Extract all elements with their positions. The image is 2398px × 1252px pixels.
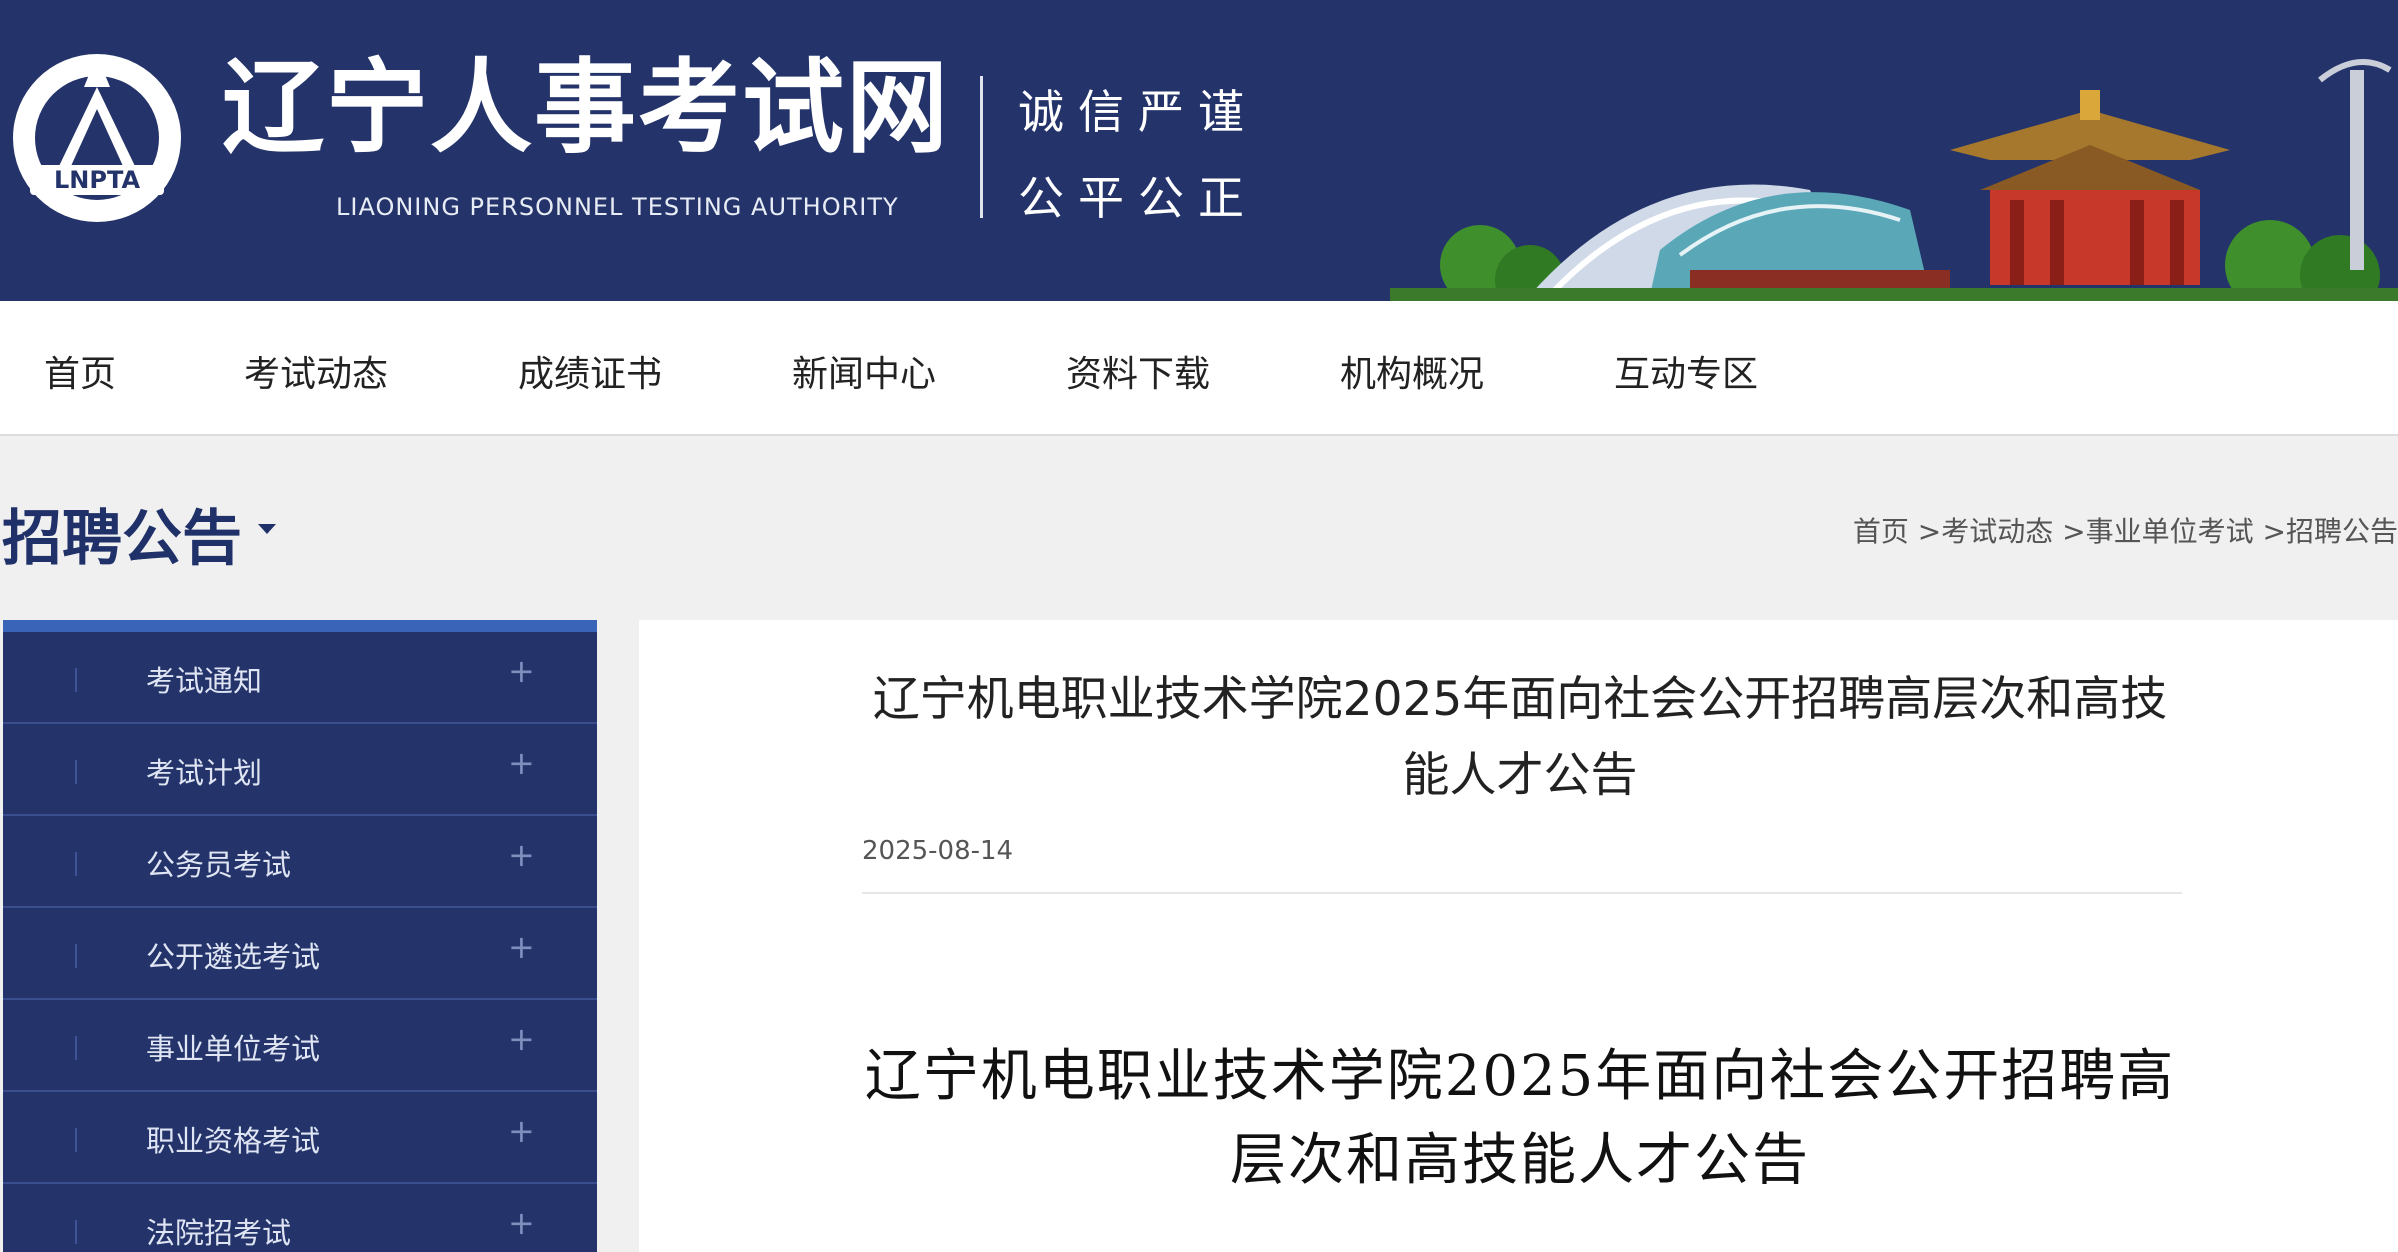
breadcrumb-exam-news[interactable]: >考试动态	[1909, 515, 2053, 548]
sidebar-item-public-institution[interactable]: 事业单位考试 +	[3, 1000, 597, 1092]
breadcrumb: 首页 >考试动态 >事业单位考试 >招聘公告	[1853, 510, 2398, 550]
article-date: 2025-08-14	[862, 836, 1014, 866]
sidebar-marker	[75, 1128, 77, 1152]
divider	[862, 892, 2182, 894]
plus-icon[interactable]: +	[508, 1020, 535, 1058]
plus-icon[interactable]: +	[508, 652, 535, 690]
nav-item-about[interactable]: 机构概况	[1340, 345, 1484, 397]
breadcrumb-public-institution-exam[interactable]: >事业单位考试	[2053, 515, 2253, 548]
plus-icon[interactable]: +	[508, 1204, 535, 1242]
sidebar-item-label: 事业单位考试	[146, 1032, 321, 1066]
sidebar-item-civil-servant[interactable]: 公务员考试 +	[3, 816, 597, 908]
nav-item-interaction[interactable]: 互动专区	[1614, 345, 1758, 397]
nav-item-downloads[interactable]: 资料下载	[1066, 345, 1210, 397]
motto-line-1: 诚信严谨	[1018, 85, 1258, 139]
page-title: 招聘公告	[2, 504, 242, 574]
motto-line-2: 公平公正	[1018, 171, 1258, 225]
sidebar-marker	[75, 760, 77, 784]
sidebar-marker	[75, 944, 77, 968]
site-subtitle: LIAONING PERSONNEL TESTING AUTHORITY	[336, 193, 899, 221]
site-banner: LNPTA 辽宁人事考试网 LIAONING PERSONNEL TESTING…	[0, 0, 2398, 301]
sidebar-item-label: 法院招考试	[146, 1216, 292, 1250]
sidebar-item-label: 考试通知	[146, 664, 263, 698]
plus-icon[interactable]: +	[508, 836, 535, 874]
article-title: 辽宁机电职业技术学院2025年面向社会公开招聘高层次和高技能人才公告	[872, 672, 2168, 803]
site-title[interactable]: 辽宁人事考试网	[222, 58, 950, 160]
nav-item-news-center[interactable]: 新闻中心	[792, 345, 936, 397]
sidebar-item-label: 公务员考试	[146, 848, 292, 882]
sidebar-item-exam-plan[interactable]: 考试计划 +	[3, 724, 597, 816]
nav-item-home[interactable]: 首页	[44, 345, 116, 397]
sidebar: 考试通知 + 考试计划 + 公务员考试 + 公开遴选考试 + 事业单位考试 + …	[3, 620, 597, 1252]
sidebar-marker	[75, 1036, 77, 1060]
sidebar-item-exam-notice[interactable]: 考试通知 +	[3, 632, 597, 724]
plus-icon[interactable]: +	[508, 928, 535, 966]
sidebar-item-label: 考试计划	[146, 756, 263, 790]
caret-down-icon[interactable]	[258, 524, 276, 534]
plus-icon[interactable]: +	[508, 1112, 535, 1150]
sidebar-item-court-exam[interactable]: 法院招考试 +	[3, 1184, 597, 1252]
nav-item-exam-news[interactable]: 考试动态	[244, 345, 388, 397]
banner-divider	[980, 76, 983, 218]
sidebar-item-label: 公开遴选考试	[146, 940, 321, 974]
breadcrumb-home[interactable]: 首页	[1853, 515, 1909, 548]
sidebar-marker	[75, 668, 77, 692]
sidebar-item-label: 职业资格考试	[146, 1124, 321, 1158]
sidebar-item-qualification[interactable]: 职业资格考试 +	[3, 1092, 597, 1184]
sidebar-marker	[75, 1220, 77, 1244]
sidebar-item-open-selection[interactable]: 公开遴选考试 +	[3, 908, 597, 1000]
sidebar-marker	[75, 852, 77, 876]
plus-icon[interactable]: +	[508, 744, 535, 782]
document-title: 辽宁机电职业技术学院2025年面向社会公开招聘高层次和高技能人才公告	[864, 1044, 2176, 1193]
article-panel: 辽宁机电职业技术学院2025年面向社会公开招聘高层次和高技能人才公告 2025-…	[639, 620, 2398, 1252]
breadcrumb-recruitment[interactable]: >招聘公告	[2254, 515, 2398, 548]
logo-text: LNPTA	[54, 166, 140, 194]
landmark-illustration	[1390, 59, 2398, 301]
nav-item-scores-certificates[interactable]: 成绩证书	[518, 345, 662, 397]
main-nav: 首页 考试动态 成绩证书 新闻中心 资料下载 机构概况 互动专区	[0, 301, 2398, 436]
lnpta-logo[interactable]: LNPTA	[10, 47, 184, 229]
